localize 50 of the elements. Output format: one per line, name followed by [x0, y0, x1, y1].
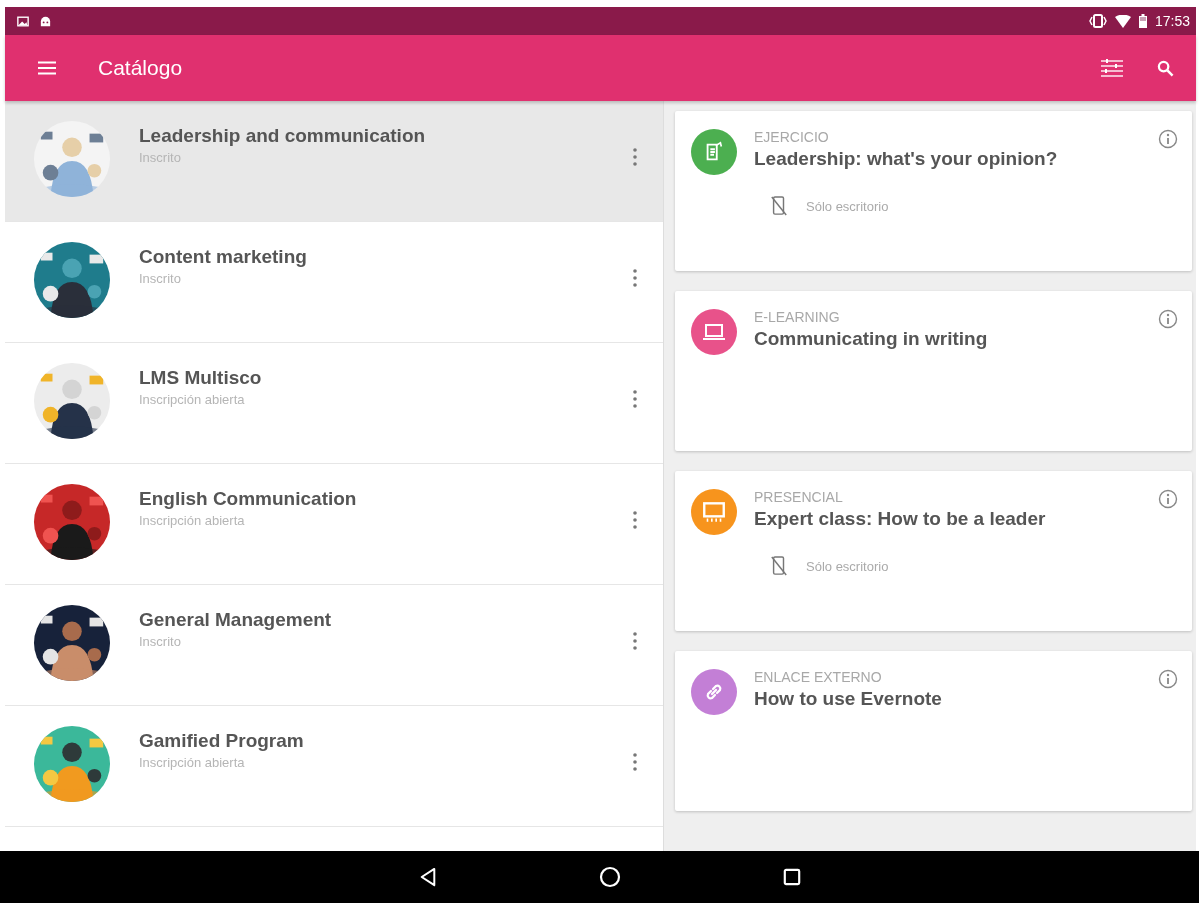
wifi-icon: [1114, 14, 1131, 28]
course-title: English Communication: [139, 488, 358, 510]
enrollment-status: Inscrito: [139, 634, 182, 649]
more-options-icon[interactable]: [633, 390, 637, 408]
activity-card[interactable]: EJERCICIO Leadership: what's your opinion? Sólo escritorio: [675, 111, 1192, 271]
enrollment-status: Inscripción abierta: [139, 755, 246, 770]
course-title: Content marketing: [139, 246, 308, 268]
screen-title: Catálogo: [98, 56, 184, 80]
no-mobile-icon: [770, 195, 788, 217]
recents-icon[interactable]: [782, 868, 801, 886]
enrollment-status: Inscripción abierta: [139, 513, 246, 528]
battery-icon: [1138, 14, 1147, 28]
activity-card[interactable]: ENLACE EXTERNO How to use Evernote: [675, 651, 1192, 811]
more-options-icon[interactable]: [633, 632, 637, 650]
info-icon[interactable]: [1158, 489, 1178, 509]
back-icon[interactable]: [418, 867, 437, 887]
activity-title: How to use Evernote: [754, 688, 943, 710]
more-options-icon[interactable]: [633, 148, 637, 166]
enrollment-status: Inscrito: [139, 271, 182, 286]
filter-icon[interactable]: [1101, 59, 1123, 77]
search-icon[interactable]: [1157, 59, 1174, 77]
activity-type: ENLACE EXTERNO: [754, 669, 883, 685]
activity-card[interactable]: E-LEARNING Communicating in writing: [675, 291, 1192, 451]
activity-title: Expert class: How to be a leader: [754, 508, 1047, 530]
no-mobile-icon: [770, 555, 788, 577]
course-title: Leadership and communication: [139, 125, 427, 147]
image-icon: [17, 15, 29, 27]
course-title: LMS Multisco: [139, 367, 263, 389]
activity-card[interactable]: PRESENCIAL Expert class: How to be a leader Sólo escritorio: [675, 471, 1192, 631]
desktop-only-note: Sólo escritorio: [806, 558, 889, 574]
info-icon[interactable]: [1158, 129, 1178, 149]
clock-time: 17:53: [1154, 13, 1190, 29]
home-icon[interactable]: [598, 866, 621, 888]
android-icon: [39, 14, 52, 28]
course-title: Gamified Program: [139, 730, 305, 752]
activity-title: Communicating in writing: [754, 328, 989, 350]
vibrate-icon: [1088, 14, 1107, 28]
menu-icon[interactable]: [38, 61, 56, 75]
course-title: General Management: [139, 609, 333, 631]
info-icon[interactable]: [1158, 669, 1178, 689]
info-icon[interactable]: [1158, 309, 1178, 329]
activity-type: PRESENCIAL: [754, 489, 844, 505]
more-options-icon[interactable]: [633, 511, 637, 529]
more-options-icon[interactable]: [633, 269, 637, 287]
desktop-only-note: Sólo escritorio: [806, 198, 889, 214]
activity-type: EJERCICIO: [754, 129, 830, 145]
enrollment-status: Inscripción abierta: [139, 392, 246, 407]
more-options-icon[interactable]: [633, 753, 637, 771]
activity-type: E-LEARNING: [754, 309, 841, 325]
activity-title: Leadership: what's your opinion?: [754, 148, 1059, 170]
